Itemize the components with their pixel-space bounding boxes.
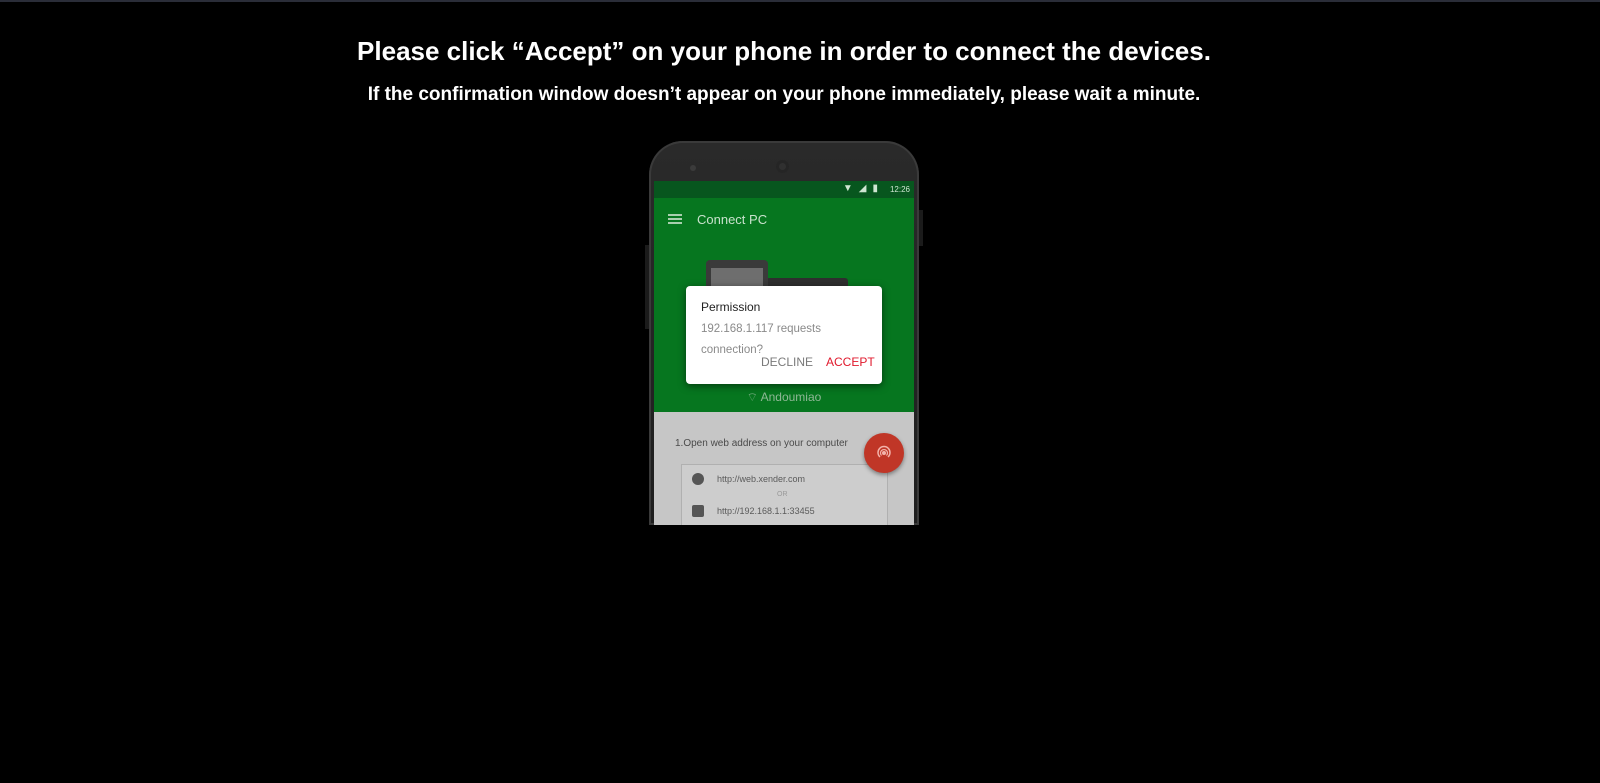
hotspot-row: ⌔ Andoumiao: [654, 390, 914, 405]
camera-icon: [776, 160, 789, 173]
dialog-title: Permission: [701, 300, 761, 314]
sensor-dot: [690, 165, 696, 171]
page-subtitle: If the confirmation window doesn’t appea…: [367, 84, 1201, 105]
top-border: [0, 0, 1600, 2]
step-text: 1.Open web address on your computer: [675, 438, 848, 449]
or-divider: OR: [777, 491, 788, 498]
radar-icon: [877, 445, 891, 458]
signal-icons: ▼◢▮: [842, 183, 884, 194]
decline-button[interactable]: DECLINE: [761, 355, 813, 369]
globe-icon: [692, 473, 704, 485]
status-bar: ▼◢▮ 12:26: [654, 181, 914, 198]
hotspot-name: Andoumiao: [760, 390, 822, 404]
app-title: Connect PC: [697, 212, 768, 227]
phone-power-button: [919, 210, 923, 246]
url-box: http://web.xender.com OR http://192.168.…: [681, 464, 888, 525]
url-primary: http://web.xender.com: [717, 474, 806, 484]
accept-button[interactable]: ACCEPT: [826, 355, 875, 369]
connect-fab: [864, 433, 904, 473]
page-title: Please click “Accept” on your phone in o…: [357, 36, 1211, 66]
status-time: 12:26: [889, 185, 910, 194]
menu-icon: [668, 214, 682, 224]
router-icon: [692, 505, 704, 517]
wifi-icon: ⌔: [746, 390, 761, 404]
url-secondary: http://192.168.1.1:33455: [717, 506, 815, 516]
permission-dialog: Permission 192.168.1.117 requests connec…: [686, 286, 882, 384]
